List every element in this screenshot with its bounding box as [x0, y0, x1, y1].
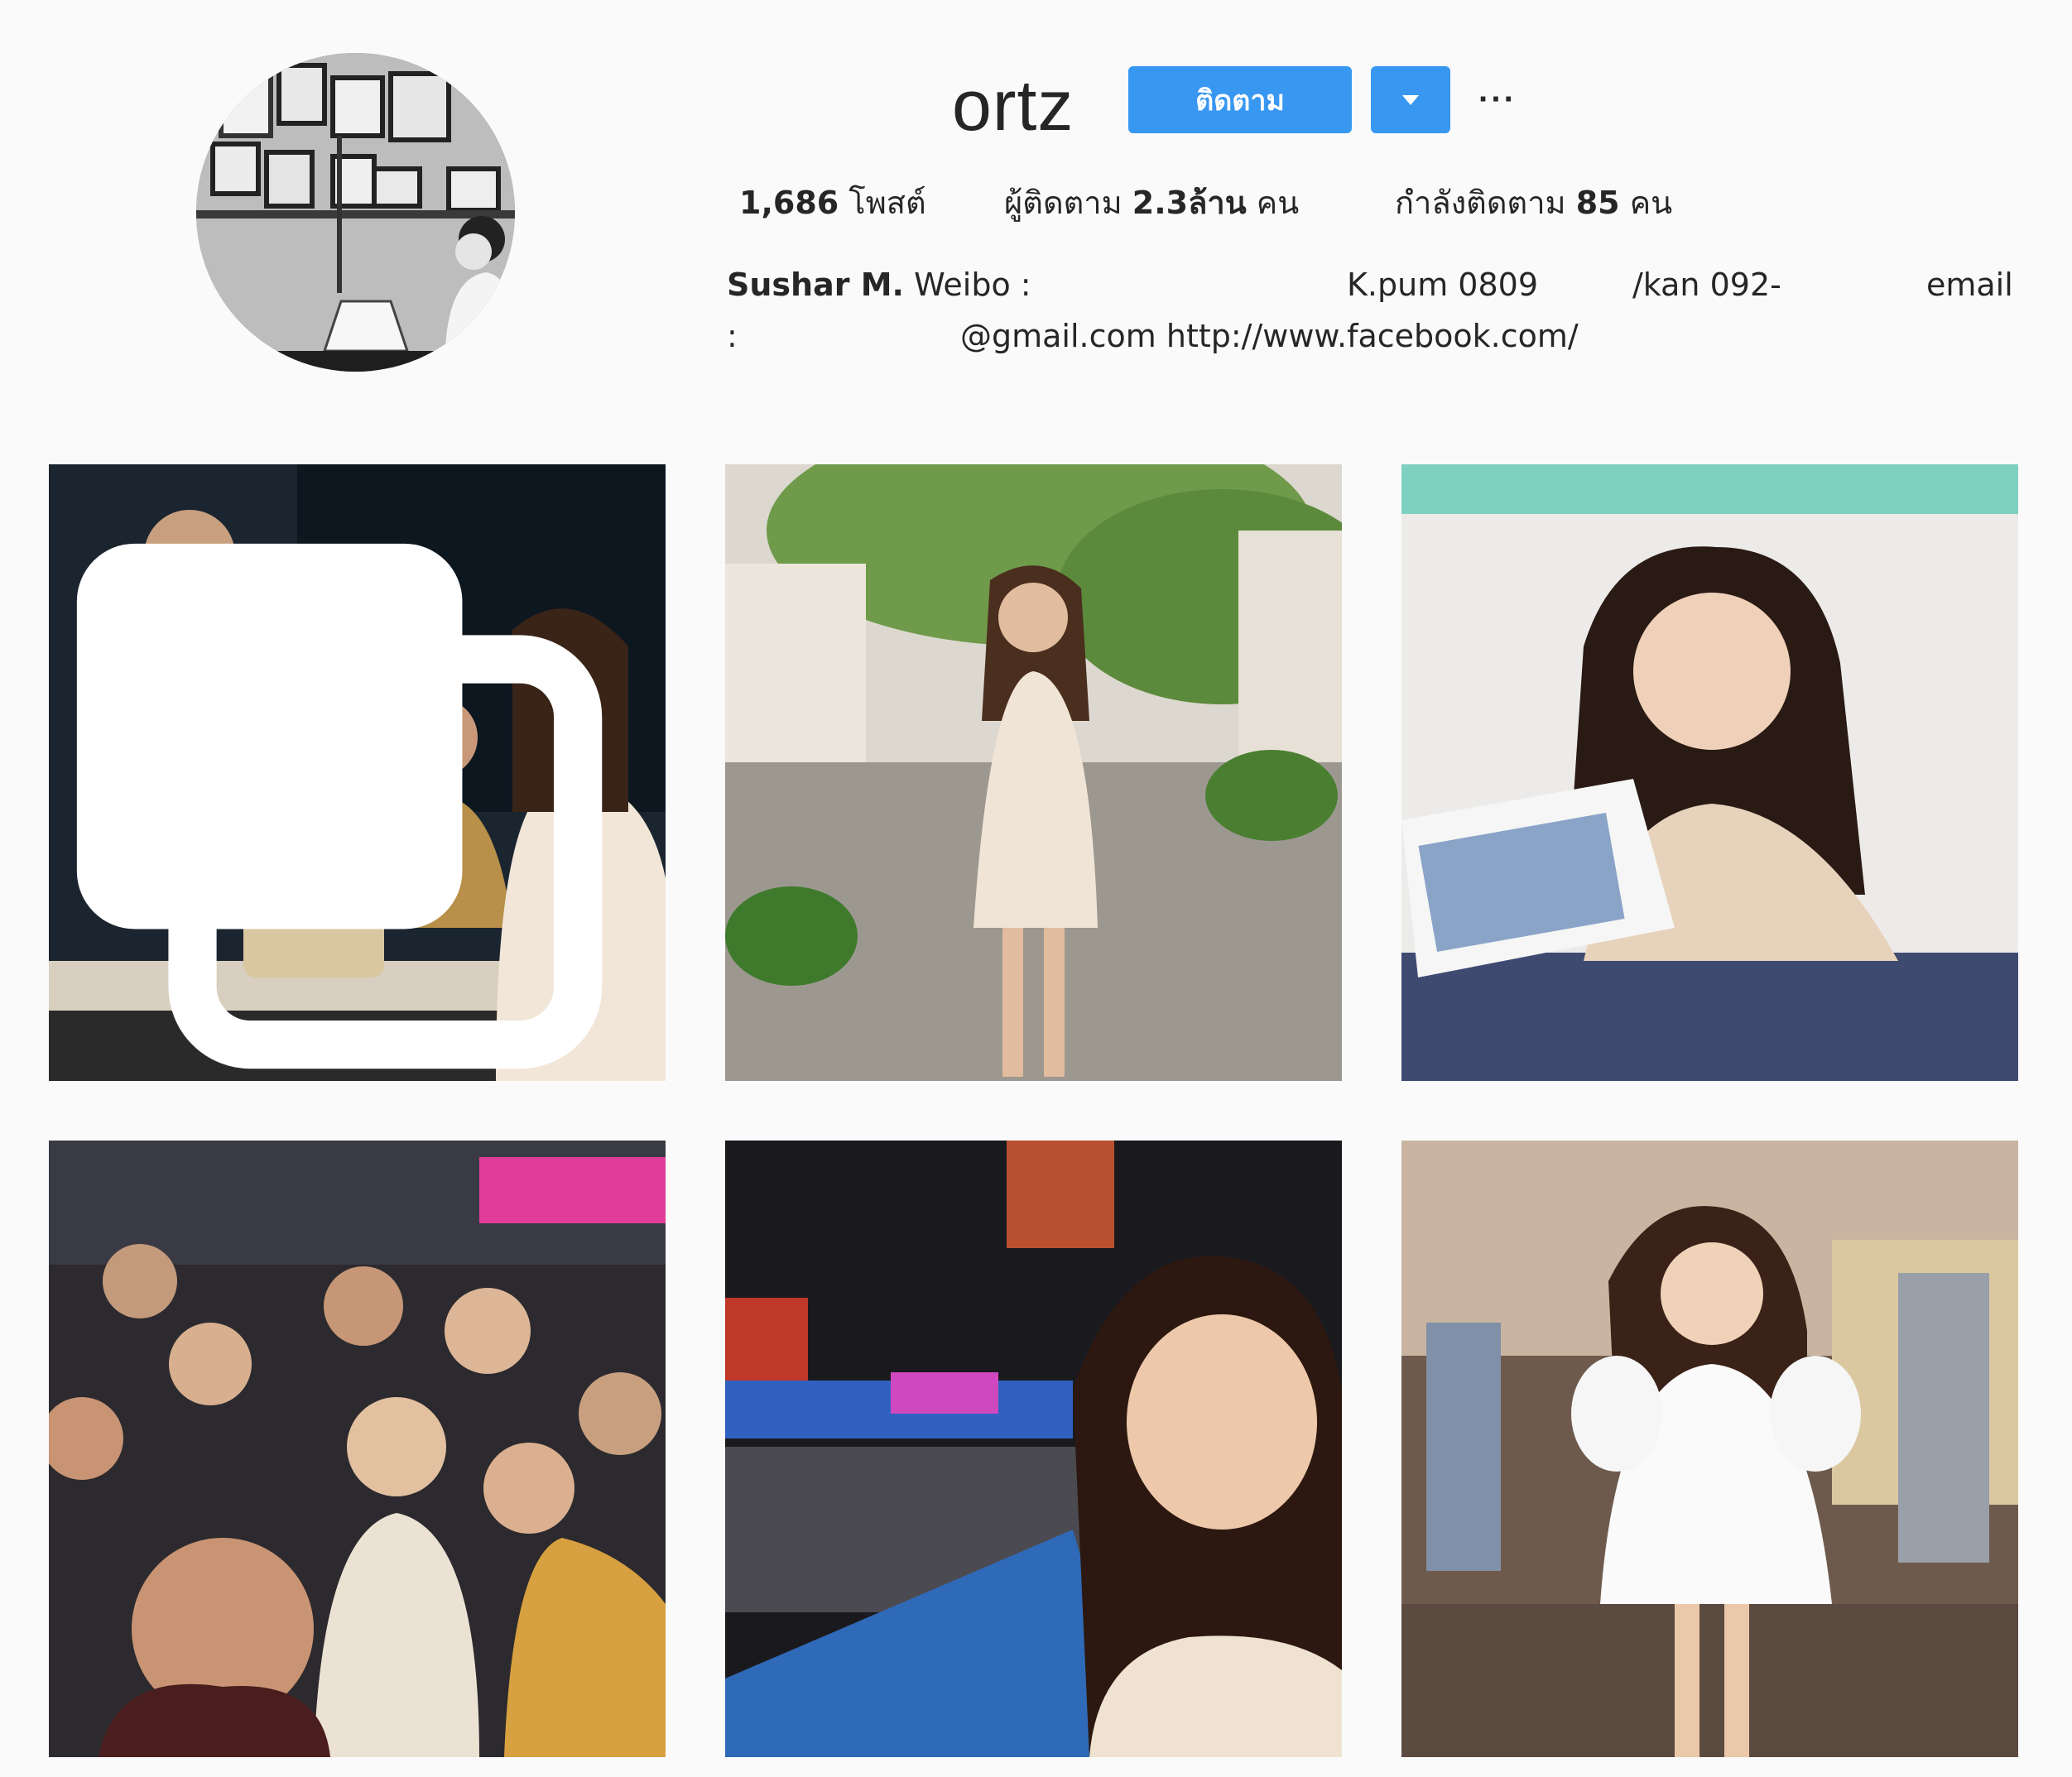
- post-3-photo: [1401, 464, 2018, 1081]
- follow-button[interactable]: ติดตาม: [1128, 66, 1352, 133]
- suggestions-dropdown-button[interactable]: [1371, 66, 1450, 133]
- profile-username: ortz: [952, 66, 1074, 146]
- followers-count: 2.3ล้าน: [1132, 185, 1247, 221]
- bio-email-label: email: [1926, 267, 2013, 303]
- bio-kan: /kan 092-: [1632, 267, 1781, 303]
- multiple-photos-icon: [76, 543, 603, 1069]
- post-tile-2[interactable]: [725, 464, 1342, 1081]
- followers-unit: คน: [1256, 185, 1300, 221]
- posts-label: โพสต์: [849, 185, 926, 221]
- post-5-photo: [725, 1141, 1342, 1757]
- bio-kpum: K.pum 0809: [1347, 267, 1539, 303]
- bio-links[interactable]: @gmail.com http://www.facebook.com/: [960, 318, 1579, 354]
- bio-weibo: Weibo :: [914, 267, 1031, 303]
- post-tile-3[interactable]: [1401, 464, 2018, 1081]
- posts-count: 1,686: [739, 185, 839, 221]
- post-2-photo: [725, 464, 1342, 1081]
- followers-stat[interactable]: ผู้ติดตาม 2.3ล้าน คน: [1004, 177, 1299, 228]
- post-6-photo: [1401, 1141, 2018, 1757]
- following-unit: คน: [1629, 185, 1673, 221]
- bio-full-name: Sushar M.: [727, 267, 904, 303]
- post-tile-4[interactable]: [49, 1141, 666, 1757]
- avatar-photo: [196, 53, 515, 372]
- caret-down-icon: [1402, 94, 1419, 105]
- profile-avatar[interactable]: [196, 53, 515, 372]
- following-stat[interactable]: กำลังติดตาม 85 คน: [1395, 177, 1672, 228]
- following-count: 85: [1575, 185, 1620, 221]
- post-tile-6[interactable]: [1401, 1141, 2018, 1757]
- post-tile-5[interactable]: [725, 1141, 1342, 1757]
- followers-label: ผู้ติดตาม: [1004, 185, 1123, 221]
- bio-colon: :: [727, 318, 738, 354]
- posts-count-stat: 1,686 โพสต์: [739, 177, 926, 228]
- post-4-photo: [49, 1141, 666, 1757]
- post-tile-1[interactable]: [49, 464, 666, 1081]
- more-options-button[interactable]: ···: [1478, 81, 1517, 118]
- bio-line-1: Sushar M. Weibo :: [727, 267, 1031, 303]
- following-label: กำลังติดตาม: [1395, 185, 1566, 221]
